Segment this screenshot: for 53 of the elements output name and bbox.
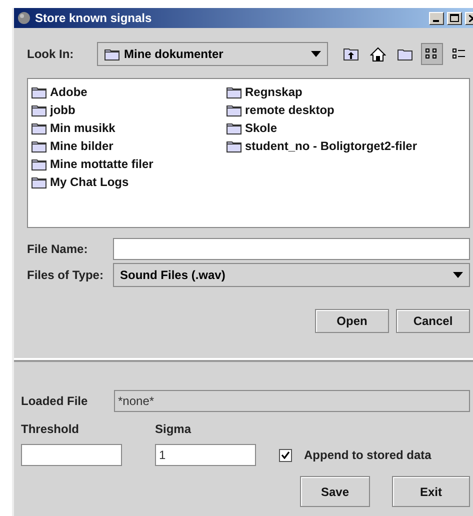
folder-icon xyxy=(31,122,47,134)
folder-item[interactable]: My Chat Logs xyxy=(50,175,129,189)
look-in-value: Mine dokumenter xyxy=(124,47,224,61)
list-view-button[interactable] xyxy=(421,43,443,65)
folder-icon xyxy=(397,48,413,60)
folder-icon xyxy=(31,104,47,116)
up-folder-icon xyxy=(343,47,359,61)
sigma-label: Sigma xyxy=(155,422,192,436)
home-icon xyxy=(370,46,386,62)
sigma-field[interactable]: 1 xyxy=(155,444,256,466)
folder-icon xyxy=(31,158,47,170)
threshold-label: Threshold xyxy=(21,422,80,436)
folder-item[interactable]: Adobe xyxy=(50,85,88,99)
threshold-field[interactable] xyxy=(21,444,122,466)
save-button[interactable]: Save xyxy=(300,476,370,507)
open-button[interactable]: Open xyxy=(315,309,389,333)
app-icon xyxy=(16,11,32,25)
file-type-label: Files of Type: xyxy=(27,268,104,282)
folder-icon xyxy=(31,140,47,152)
caret-icon xyxy=(453,272,463,278)
file-type-value: Sound Files (.wav) xyxy=(120,268,226,282)
minimize-icon[interactable] xyxy=(429,12,444,24)
folder-item[interactable]: Mine bilder xyxy=(50,139,114,153)
folder-item[interactable]: Regnskap xyxy=(245,85,302,99)
window-title: Store known signals xyxy=(35,11,153,25)
grid-icon xyxy=(425,48,439,60)
folder-icon xyxy=(226,122,242,134)
folder-item[interactable]: student_no - Boligtorget2-filer xyxy=(245,139,417,153)
folder-icon xyxy=(226,140,242,152)
file-type-dropdown[interactable]: Sound Files (.wav) xyxy=(113,263,470,287)
loaded-file-field[interactable]: *none* xyxy=(114,390,470,412)
file-name-field[interactable] xyxy=(113,238,470,260)
exit-button[interactable]: Exit xyxy=(392,476,470,507)
cancel-button[interactable]: Cancel xyxy=(396,309,470,333)
folder-item[interactable]: jobb xyxy=(50,103,76,117)
file-name-label: File Name: xyxy=(27,242,89,256)
folder-item[interactable]: remote desktop xyxy=(245,103,334,117)
look-in-dropdown[interactable]: Mine dokumenter xyxy=(97,42,328,66)
append-label: Append to stored data xyxy=(304,448,432,462)
folder-icon xyxy=(226,104,242,116)
folder-item[interactable]: Mine mottatte filer xyxy=(50,157,154,171)
folder-icon xyxy=(31,86,47,98)
maximize-icon[interactable] xyxy=(447,12,462,24)
folder-icon xyxy=(104,48,120,60)
caret-icon xyxy=(311,51,321,57)
list-icon xyxy=(452,48,466,60)
folder-icon xyxy=(226,86,242,98)
folder-item[interactable]: Skole xyxy=(245,121,278,135)
loaded-file-label: Loaded File xyxy=(21,394,89,408)
folder-icon xyxy=(31,176,47,188)
folder-item[interactable]: Min musikk xyxy=(50,121,116,135)
look-in-label: Look In: xyxy=(27,47,75,61)
append-checkbox[interactable] xyxy=(279,448,292,462)
